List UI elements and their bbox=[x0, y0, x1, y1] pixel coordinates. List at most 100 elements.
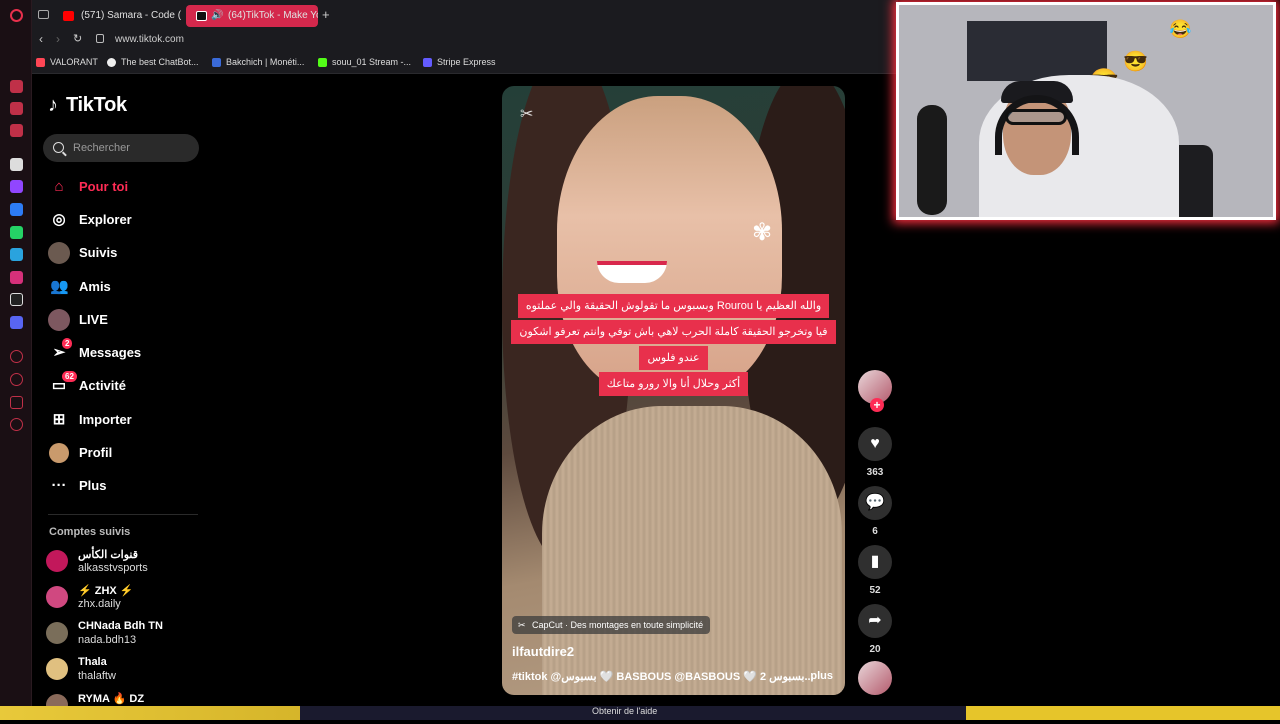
nav-activite[interactable]: ▭ 62 Activité bbox=[48, 371, 198, 398]
valorant-icon bbox=[36, 58, 45, 67]
home-icon: ⌂ bbox=[54, 178, 64, 195]
comment-count: 6 bbox=[872, 526, 878, 537]
comment-button[interactable]: 💬 bbox=[858, 486, 892, 520]
messages-badge: 2 bbox=[62, 338, 73, 349]
tab-bar: (571) Samara - Code (Au 🔊 (64)TikTok - M… bbox=[32, 0, 898, 30]
bookmark-kick[interactable]: souu_01 Stream -... bbox=[318, 57, 411, 67]
nav-suivis[interactable]: Suivis bbox=[48, 241, 198, 265]
subtitle-line: عندو فلوس bbox=[639, 346, 708, 370]
video-caption: #tiktok @بسبوس 🤍 BASBOUS @BASBOUS 🤍 2 بس… bbox=[512, 670, 837, 683]
video-subtitles: والله العظيم يا Rourou وبسبوس ما تقولوش … bbox=[502, 294, 845, 398]
profile-icon bbox=[49, 443, 69, 463]
pinboard-icon[interactable] bbox=[10, 396, 23, 409]
account-handle: nada.bdh13 bbox=[78, 634, 137, 646]
account-name: RYMA 🔥 DZ bbox=[78, 693, 145, 705]
followed-account[interactable]: ⚡ ZHX ⚡ zhx.daily bbox=[46, 582, 196, 616]
chatbot-icon bbox=[107, 58, 116, 67]
nav-plus[interactable]: ··· Plus bbox=[48, 474, 198, 498]
nav-importer[interactable]: ⊞ Importer bbox=[48, 408, 198, 432]
video-frame-sweater bbox=[542, 406, 842, 695]
video-player[interactable]: ✾ ✂ والله العظيم يا Rourou وبسبوس ما تقو… bbox=[502, 86, 845, 695]
nav-live[interactable]: LIVE bbox=[48, 308, 198, 332]
avatar bbox=[46, 658, 68, 680]
discord-icon[interactable] bbox=[10, 316, 23, 329]
reload-icon[interactable]: ↻ bbox=[73, 32, 82, 45]
lock-icon bbox=[96, 34, 104, 43]
bookmark-stripe[interactable]: Stripe Express bbox=[423, 57, 496, 67]
subtitle-line: والله العظيم يا Rourou وبسبوس ما تقولوش … bbox=[517, 294, 830, 318]
save-count: 52 bbox=[869, 585, 881, 596]
capcut-link[interactable]: CapCut · Des montages en toute simplicit… bbox=[512, 616, 711, 634]
settings-icon[interactable] bbox=[10, 418, 23, 431]
share-button[interactable]: ➦ bbox=[858, 604, 892, 638]
nav-profil[interactable]: Profil bbox=[48, 441, 198, 465]
creator-avatar[interactable]: + bbox=[858, 370, 892, 412]
video-author[interactable]: ilfautdire2 bbox=[512, 644, 574, 659]
followed-account[interactable]: قنوات الكأس alkasstvsports bbox=[46, 546, 196, 580]
whatsapp-icon[interactable] bbox=[10, 226, 23, 239]
avatar bbox=[46, 550, 68, 572]
tiktok-sidebar: ♪ TikTok Rechercher ⌂ Pour toi ◎ Explorer… bbox=[32, 74, 204, 720]
account-handle: zhx.daily bbox=[78, 598, 121, 610]
new-tab-button[interactable]: + bbox=[322, 7, 330, 22]
bookmark-label: VALORANT bbox=[50, 57, 98, 67]
bookmark-valorant[interactable]: VALORANT bbox=[36, 57, 98, 67]
nav-pour-toi[interactable]: ⌂ Pour toi bbox=[48, 175, 198, 199]
friends-icon: 👥 bbox=[50, 278, 69, 295]
tab-youtube[interactable]: (571) Samara - Code (Au bbox=[53, 5, 181, 27]
forward-icon[interactable]: › bbox=[56, 32, 60, 46]
follow-button[interactable]: + bbox=[870, 398, 884, 412]
subtitle-line: أكثر وحلال أنا والا رورو متاعك bbox=[598, 372, 749, 396]
caption-more-link[interactable]: plus bbox=[810, 670, 833, 682]
following-avatar-icon bbox=[48, 242, 70, 264]
messenger-icon[interactable] bbox=[10, 203, 23, 216]
share-icon: ➦ bbox=[868, 612, 882, 629]
back-icon[interactable]: ‹ bbox=[39, 32, 43, 46]
music-icon[interactable] bbox=[10, 124, 23, 137]
smile-emoji-icon: 😎 bbox=[1123, 51, 1148, 73]
instagram-icon[interactable] bbox=[10, 271, 23, 284]
bookmark-chatbot[interactable]: The best ChatBot... bbox=[107, 57, 199, 67]
bookmark-bakchich[interactable]: Bakchich | Monéti... bbox=[212, 57, 304, 67]
activity-icon: ▭ 62 bbox=[50, 371, 77, 395]
taskbar-right-area bbox=[966, 706, 1280, 720]
followed-account[interactable]: CHNada Bdh TN nada.bdh13 bbox=[46, 618, 196, 652]
heart-icon: ♥ bbox=[870, 435, 880, 452]
activity-badge: 62 bbox=[62, 371, 77, 382]
address-bar: ‹ › ↻ www.tiktok.com bbox=[32, 30, 898, 52]
live-icon bbox=[48, 309, 70, 331]
telegram-icon[interactable] bbox=[10, 248, 23, 261]
bag-icon[interactable] bbox=[10, 80, 23, 93]
tiktok-icon[interactable] bbox=[10, 293, 23, 306]
tab-tiktok[interactable]: 🔊 (64)TikTok - Make Yo bbox=[186, 5, 318, 27]
youtube-icon bbox=[63, 11, 74, 21]
search-input[interactable]: Rechercher bbox=[43, 134, 199, 162]
save-button[interactable]: ▮ bbox=[858, 545, 892, 579]
capcut-watermark-icon: ✂ bbox=[520, 106, 534, 123]
nav-messages[interactable]: ➢ 2 Messages bbox=[48, 338, 198, 365]
tab-switcher-icon[interactable] bbox=[38, 10, 49, 19]
player-icon[interactable] bbox=[10, 350, 23, 363]
flow-icon[interactable] bbox=[10, 102, 23, 115]
like-button[interactable]: ♥ bbox=[858, 427, 892, 461]
compass-icon: ◎ bbox=[52, 211, 66, 228]
speaker-icon[interactable]: 🔊 bbox=[211, 5, 223, 27]
tiktok-logo[interactable]: ♪ TikTok bbox=[48, 94, 127, 117]
search-placeholder: Rechercher bbox=[73, 142, 130, 154]
music-disc-icon[interactable] bbox=[858, 661, 892, 695]
nav-amis[interactable]: 👥 Amis bbox=[48, 275, 198, 299]
share-count: 20 bbox=[869, 644, 881, 655]
help-link[interactable]: Obtenir de l'aide bbox=[592, 706, 657, 716]
history-icon[interactable] bbox=[10, 373, 23, 386]
url-input[interactable]: www.tiktok.com bbox=[115, 34, 184, 45]
tiktok-note-icon: ♪ bbox=[48, 94, 58, 116]
nav-explorer[interactable]: ◎ Explorer bbox=[48, 208, 198, 232]
twitch-icon[interactable] bbox=[10, 180, 23, 193]
followed-accounts-title: Comptes suivis bbox=[49, 526, 131, 538]
laughing-emoji-icon: 😂 bbox=[1169, 19, 1192, 39]
followed-account[interactable]: Thala thalaftw bbox=[46, 654, 196, 688]
opera-logo-icon[interactable] bbox=[10, 9, 23, 22]
account-name: قنوات الكأس bbox=[78, 549, 138, 561]
bookmarks-bar: VALORANT The best ChatBot... Bakchich | … bbox=[32, 52, 898, 74]
aria-icon[interactable] bbox=[10, 158, 23, 171]
